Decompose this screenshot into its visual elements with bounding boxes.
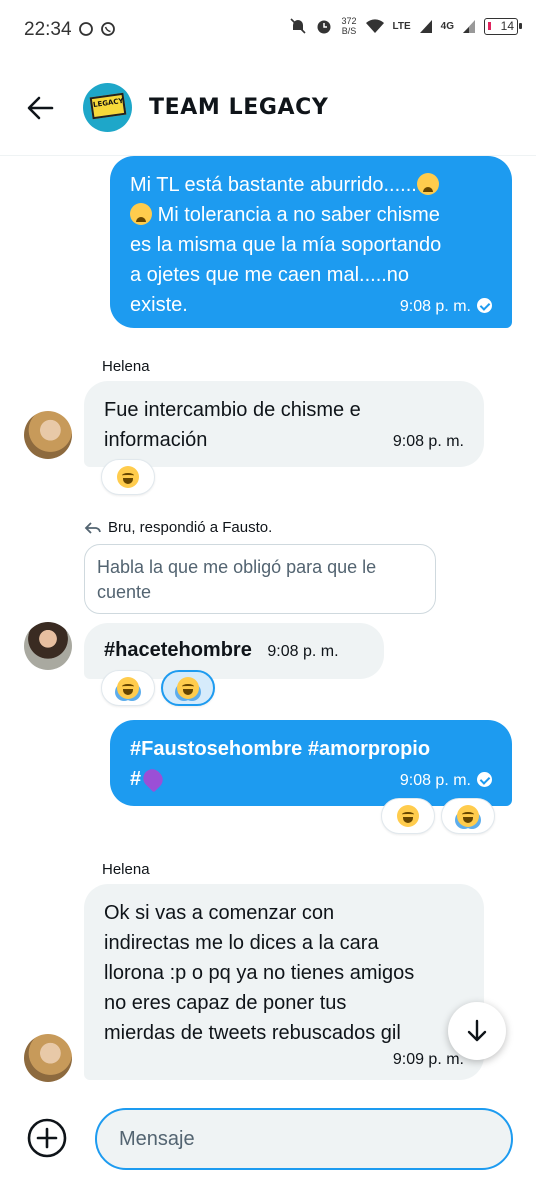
message-composer	[0, 1090, 536, 1200]
crying-face-icon	[177, 677, 199, 699]
avatar[interactable]	[24, 622, 72, 670]
reply-note: Bru, respondió a Fausto.	[84, 519, 272, 536]
chat-bubble-icon	[79, 22, 93, 36]
group-title[interactable]: TEAM LEGACY	[149, 95, 328, 120]
hashtag[interactable]: #hacetehombre	[104, 639, 252, 661]
add-media-button[interactable]	[27, 1118, 67, 1158]
message-time: 9:08 p. m.	[267, 643, 339, 660]
wifi-icon	[365, 19, 384, 33]
message-bubble-outgoing[interactable]: #Faustosehombre #amorpropio # 9:08 p. m.	[110, 720, 512, 806]
weary-face-emoji	[130, 203, 152, 225]
tears-of-joy-icon	[457, 805, 479, 827]
grinning-face-icon	[397, 805, 419, 827]
notification-icons	[78, 21, 116, 37]
alarm-icon	[317, 20, 331, 34]
message-time: 9:09 p. m.	[392, 1051, 464, 1068]
message-bubble-outgoing[interactable]: Mi TL está bastante aburrido...... Mi to…	[110, 156, 512, 328]
reaction-crying[interactable]	[161, 670, 215, 706]
status-right: 372 B/S LTE 4G 14	[289, 16, 522, 36]
lte-label: LTE	[392, 20, 411, 32]
weary-face-emoji	[416, 173, 439, 195]
battery-icon: 14	[484, 17, 522, 35]
conversation-header: LEGACY TEAM LEGACY	[0, 60, 536, 156]
read-check-icon	[477, 298, 492, 313]
4g-label: 4G	[440, 20, 454, 32]
signal-icon-2	[463, 20, 475, 33]
grinning-face-icon	[117, 466, 139, 488]
status-time: 22:34	[24, 19, 72, 40]
reaction-laughing[interactable]	[101, 670, 155, 706]
net-speed: 372 B/S	[341, 16, 357, 36]
quoted-message[interactable]: Habla la que me obligó para que le cuent…	[84, 544, 436, 614]
reaction-grinning-sweat[interactable]	[101, 459, 155, 495]
status-bar: 22:34 372 B/S LTE 4G 14	[0, 0, 536, 60]
sender-name: Helena	[102, 358, 150, 375]
message-bubble-incoming[interactable]: Ok si vas a comenzar con indirectas me l…	[84, 884, 484, 1080]
reply-arrow-icon	[84, 521, 101, 534]
message-time: 9:08 p. m.	[400, 766, 492, 796]
message-input[interactable]	[95, 1108, 513, 1170]
scroll-to-bottom-button[interactable]	[448, 1002, 506, 1060]
plus-circle-icon	[27, 1118, 67, 1158]
avatar[interactable]	[24, 411, 72, 459]
message-time: 9:08 p. m.	[400, 292, 492, 322]
back-arrow-icon	[27, 96, 54, 120]
back-button[interactable]	[24, 92, 60, 124]
sender-name: Helena	[102, 861, 150, 878]
reaction-laughing[interactable]	[441, 798, 495, 834]
mute-icon	[290, 18, 307, 34]
message-time: 9:08 p. m.	[392, 433, 464, 450]
purple-heart-emoji	[139, 765, 167, 793]
group-avatar[interactable]: LEGACY	[83, 83, 132, 132]
read-check-icon	[477, 772, 492, 787]
reaction-grinning-sweat[interactable]	[381, 798, 435, 834]
arrow-down-icon	[467, 1019, 487, 1042]
message-bubble-incoming[interactable]: Fue intercambio de chisme e información …	[84, 381, 484, 467]
signal-icon	[419, 20, 432, 33]
tears-of-joy-icon	[117, 677, 139, 699]
whatsapp-icon	[101, 22, 115, 36]
avatar[interactable]	[24, 1034, 72, 1082]
